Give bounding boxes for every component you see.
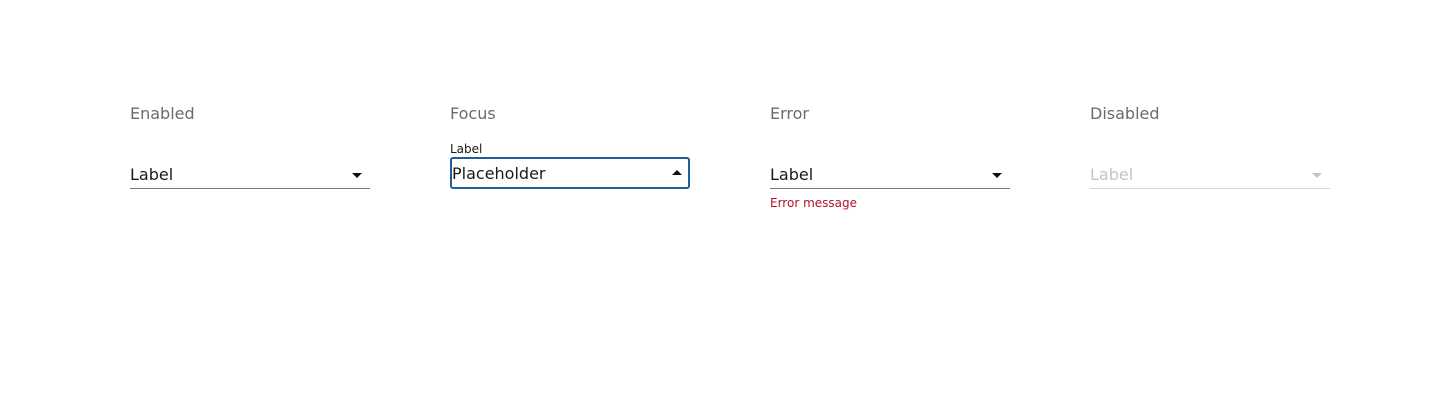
disabled-select: Label bbox=[1090, 161, 1330, 189]
caret-down-icon bbox=[992, 173, 1002, 178]
state-title: Enabled bbox=[130, 104, 195, 123]
caret-down-icon bbox=[352, 173, 362, 178]
state-title: Focus bbox=[450, 104, 496, 123]
state-title: Error bbox=[770, 104, 809, 123]
select-value: Label bbox=[770, 165, 814, 184]
error-message: Error message bbox=[770, 196, 857, 210]
focused-select[interactable]: Placeholder bbox=[450, 157, 690, 189]
floating-label: Label bbox=[450, 142, 483, 156]
state-title: Disabled bbox=[1090, 104, 1160, 123]
caret-up-icon bbox=[672, 170, 682, 175]
select-value: Label bbox=[1090, 165, 1134, 184]
caret-down-icon bbox=[1312, 173, 1322, 178]
select-value: Label bbox=[130, 165, 174, 184]
enabled-select[interactable]: Label bbox=[130, 161, 370, 189]
select-placeholder: Placeholder bbox=[452, 164, 546, 183]
error-select[interactable]: Label bbox=[770, 161, 1010, 189]
